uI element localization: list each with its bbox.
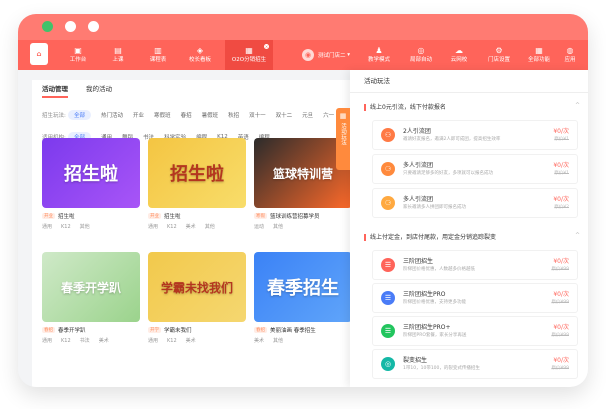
activity-card[interactable]: 招生啦 开业 招生啦 通用 K12 其他 bbox=[42, 138, 140, 230]
share-icon: ◎ bbox=[381, 357, 395, 371]
card-title: 春季开学趴 bbox=[58, 328, 86, 334]
filter-option[interactable]: 双十二 bbox=[276, 111, 293, 119]
section-title: 线上0元引流，线下付款报名 bbox=[364, 102, 446, 111]
window-dot[interactable] bbox=[88, 21, 99, 32]
collapse-icon[interactable]: ^ bbox=[575, 232, 580, 239]
home-icon: ▣ bbox=[74, 46, 82, 55]
close-icon[interactable]: × bbox=[264, 44, 269, 49]
nav-right-item-4[interactable]: ▦ 全部功能 bbox=[520, 40, 558, 70]
activity-type-item[interactable]: ☰ 三阶团招生PRO+ 阶梯团PRO套餐，家长分享再送 ¥0/次 原价¥99 bbox=[372, 316, 578, 346]
shop-switcher[interactable]: ◉ 测试门店二 ▾ bbox=[302, 47, 350, 63]
card-title: 篮球训练营招募学员 bbox=[270, 214, 320, 220]
class-icon: ▤ bbox=[114, 46, 122, 55]
card-title: 美丽油画 春季招生 bbox=[270, 328, 316, 334]
filter-option[interactable]: 开业 bbox=[133, 111, 144, 119]
nav-item-3[interactable]: ◈ 校长看板 bbox=[180, 40, 220, 70]
card-meta: 通用 K12 美术 bbox=[148, 338, 196, 344]
grid-icon: ▦ bbox=[535, 46, 543, 55]
activity-card[interactable]: 春季开学趴 春招 春季开学趴 通用 K12 书法 美术 bbox=[42, 252, 140, 344]
activity-type-item[interactable]: ⚇ 2人引流团 邀请好友报名，邀满2人即可成团，提高招生效率 ¥0/次 原价¥1 bbox=[372, 120, 578, 150]
filter-option[interactable]: 春招 bbox=[181, 111, 192, 119]
group-icon: ⚇ bbox=[381, 128, 395, 142]
grid-icon: ▦ bbox=[339, 112, 347, 120]
nav-right-item-5[interactable]: ◍ 应用 bbox=[558, 40, 582, 70]
activity-type-item[interactable]: ☰ 三阶团招生PRO 阶梯团价格优惠，支持更多功能 ¥0/次 原价¥99 bbox=[372, 283, 578, 313]
dashboard-icon: ◈ bbox=[196, 46, 204, 55]
activity-banner[interactable]: 招生啦 bbox=[148, 138, 246, 208]
window-titlebar bbox=[18, 14, 588, 40]
card-meta: 运动 其他 bbox=[254, 224, 284, 230]
teach-icon: ♟ bbox=[375, 46, 383, 55]
panel-title: 活动玩法 bbox=[350, 70, 588, 93]
chevron-down-icon: ▾ bbox=[345, 52, 351, 58]
cloud-icon: ☁ bbox=[455, 46, 463, 55]
nav-right-item-0[interactable]: ♟ 教学模式 bbox=[360, 40, 398, 70]
card-meta: 通用 K12 美术 其他 bbox=[148, 224, 215, 230]
app-icon: ◍ bbox=[566, 46, 574, 55]
card-meta: 通用 K12 其他 bbox=[42, 224, 90, 230]
filter-option[interactable]: 秋招 bbox=[228, 111, 239, 119]
calendar-icon: ▥ bbox=[154, 46, 162, 55]
nav-item-1[interactable]: ▤ 上课 bbox=[98, 40, 138, 70]
activity-type-item[interactable]: ◎ 裂变招生 1带10，10带100，的裂变式传播招生 ¥0/次 原价¥99 bbox=[372, 349, 578, 379]
top-nav: ⌂ ▣ 工作台 ▤ 上课 ▥ 课程表 ◈ 校长看板 ▦ O2O分销招生 × ◉ 测试门店二 ▾ ♟ 教… bbox=[18, 40, 588, 70]
tab-activity-manage[interactable]: 活动管理 bbox=[42, 80, 68, 98]
activity-banner[interactable]: 春季招生 bbox=[254, 252, 352, 322]
window-dot[interactable] bbox=[65, 21, 76, 32]
auto-icon: ◎ bbox=[417, 46, 425, 55]
activity-type-item[interactable]: ⚆ 多人引流团 家长邀请多人拼团即可报名成功 ¥0/次 原价¥2 bbox=[372, 188, 578, 218]
activity-banner[interactable]: 春季开学趴 bbox=[42, 252, 140, 322]
tabs: 活动管理 我的活动 bbox=[42, 80, 130, 98]
tier-icon: ☰ bbox=[381, 291, 395, 305]
activity-banner[interactable]: 招生啦 bbox=[42, 138, 140, 208]
app-window: ⌂ ▣ 工作台 ▤ 上课 ▥ 课程表 ◈ 校长看板 ▦ O2O分销招生 × ◉ 测试门店二 ▾ ♟ 教… bbox=[18, 14, 588, 387]
filter-option[interactable]: 元旦 bbox=[302, 111, 313, 119]
nav-item-2[interactable]: ▥ 课程表 bbox=[138, 40, 178, 70]
logo: ⌂ bbox=[30, 43, 48, 65]
activity-panel: ▦ 活动玩法 活动玩法 线上0元引流，线下付款报名 ^ ⚇ 2人引流团 邀请好友报名，邀… bbox=[336, 70, 588, 387]
activity-list-card: 活动管理 我的活动 招生玩法: 全部 热门活动 开业 寒假班 春招 暑假班 秋招 双十一 双十二元… bbox=[32, 80, 358, 387]
nav-item-0[interactable]: ▣ 工作台 bbox=[58, 40, 98, 70]
activity-type-item[interactable]: ⚆ 多人引流团 只要邀请足够多的好友，多项就可以报名成功 ¥0/次 原价¥1 bbox=[372, 154, 578, 184]
settings-icon: ⚙ bbox=[495, 46, 503, 55]
collapse-icon[interactable]: ^ bbox=[575, 102, 580, 109]
main-area: 活动管理 我的活动 招生玩法: 全部 热门活动 开业 寒假班 春招 暑假班 秋招 双十一 双十二元… bbox=[18, 70, 358, 387]
store-icon: ▦ bbox=[245, 46, 253, 55]
side-tab[interactable]: ▦ 活动玩法 bbox=[336, 108, 350, 170]
card-meta: 通用 K12 书法 美术 bbox=[42, 338, 109, 344]
activity-type-item[interactable]: ☰ 三阶团招生 阶梯团价格优惠，人数越多价格越低 ¥0/次 原价¥99 bbox=[372, 250, 578, 280]
filter-option[interactable]: 六一 bbox=[323, 111, 334, 119]
filter-option[interactable]: 全部 bbox=[68, 110, 92, 120]
card-title: 学霸未我们 bbox=[164, 328, 192, 334]
activity-card[interactable]: 招生啦 开业 招生啦 通用 K12 美术 其他 bbox=[148, 138, 246, 230]
section-title: 线上付定金，到店付尾款，用定金分销追踪裂变 bbox=[364, 232, 496, 241]
tab-my-activity[interactable]: 我的活动 bbox=[86, 80, 112, 98]
multi-icon: ⚆ bbox=[381, 196, 395, 210]
filter-option[interactable]: 双十一 bbox=[249, 111, 266, 119]
filter-option[interactable]: 寒假班 bbox=[154, 111, 171, 119]
filter-row: 招生玩法: 全部 热门活动 开业 寒假班 春招 暑假班 秋招 双十一 双十二 元旦 六一 bbox=[42, 110, 344, 120]
nav-right-item-1[interactable]: ◎ 局部自动 bbox=[402, 40, 440, 70]
nav-item-4[interactable]: ▦ O2O分销招生 × bbox=[225, 40, 273, 70]
filter-option[interactable]: 热门活动 bbox=[101, 111, 123, 119]
filter-option[interactable]: 暑假班 bbox=[202, 111, 219, 119]
card-meta: 美术 其他 bbox=[254, 338, 284, 344]
multi-icon: ⚆ bbox=[381, 162, 395, 176]
nav-right-item-2[interactable]: ☁ 云网校 bbox=[440, 40, 478, 70]
nav-right-item-3[interactable]: ⚙ 门店设置 bbox=[480, 40, 518, 70]
activity-card[interactable]: 学霸未找我们 开学 学霸未我们 通用 K12 美术 bbox=[148, 252, 246, 344]
activity-banner[interactable]: 学霸未找我们 bbox=[148, 252, 246, 322]
avatar: ◉ bbox=[302, 49, 314, 61]
activity-card[interactable]: 春季招生 春招 美丽油画 春季招生 美术 其他 bbox=[254, 252, 352, 344]
shop-name: 测试门店二 bbox=[318, 53, 346, 59]
tier-icon: ☰ bbox=[381, 258, 395, 272]
card-title: 招生啦 bbox=[164, 214, 181, 220]
tier-icon: ☰ bbox=[381, 324, 395, 338]
window-dot-green[interactable] bbox=[42, 21, 53, 32]
card-title: 招生啦 bbox=[58, 214, 75, 220]
